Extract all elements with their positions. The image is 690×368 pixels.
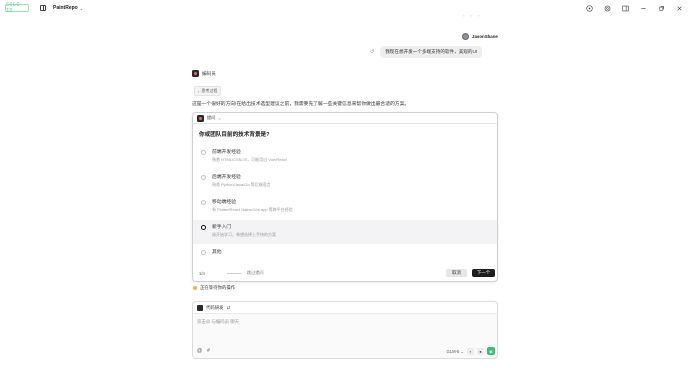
radio-button[interactable] <box>201 150 206 155</box>
repo-selector[interactable]: PaintRepo ⌄ <box>53 5 83 11</box>
sidebar-toggle-icon[interactable] <box>40 5 46 11</box>
copy-icon[interactable]: ▫ <box>463 13 464 18</box>
option-title: 移动端经验 <box>212 199 236 205</box>
question-card-header: 提问 × <box>193 113 497 124</box>
bot-avatar <box>192 70 199 77</box>
minimize-icon[interactable] <box>638 3 648 13</box>
close-icon[interactable] <box>674 3 684 13</box>
step-indicator: 1/4 <box>199 270 205 276</box>
thought-label: 思考过程 <box>201 88 218 93</box>
option-description: 熟悉 HTML/CSS/JS，可能用过 Vue/React <box>212 156 287 162</box>
skip-question-link[interactable]: 跳过提问 <box>247 270 264 276</box>
user-header: JasonShane <box>462 33 498 40</box>
user-message-bubble: 我现在想开发一个多端支持的软件，美观的UI <box>380 46 483 58</box>
agent-name[interactable]: 代码研发 <box>206 305 224 311</box>
option-item[interactable]: 移动端经验 有 Flutter/React Native/Uni-app 等跨平… <box>193 195 497 219</box>
close-icon[interactable]: × <box>218 116 220 121</box>
question-card-footer: 1/4 跳过提问 取消 下一个 <box>193 265 497 281</box>
app-logo: SOLO ID <box>5 2 29 14</box>
image-icon[interactable]: ▪ <box>467 347 474 355</box>
option-title: 新手入门 <box>212 224 232 230</box>
radio-button[interactable] <box>201 200 206 205</box>
undo-icon[interactable]: ↺ <box>370 49 374 55</box>
model-selector[interactable]: GLM-5 ⌄ <box>447 349 465 354</box>
bot-name: 编码员 <box>202 70 216 76</box>
composer-toolbar: @ # GLM-5 ⌄ ▪ ● ◉ <box>193 346 499 356</box>
warning-dot-icon <box>193 286 197 290</box>
option-title: 前端开发经验 <box>212 149 241 155</box>
previous-message-actions: ▫ ▫ ▫ <box>463 13 479 18</box>
chevron-right-icon: › <box>198 88 200 94</box>
bot-intro-text: 这是一个很好的方向!在给出技术选型建议之前，我需要先了解一些关键信息来帮你做出最… <box>192 102 410 107</box>
hashtag-icon[interactable]: # <box>207 348 210 354</box>
radio-button[interactable] <box>201 175 206 180</box>
bot-avatar <box>197 114 204 122</box>
maximize-icon[interactable] <box>656 3 666 13</box>
switch-agent-icon[interactable]: ⇄ <box>227 305 231 311</box>
option-description: 有 Flutter/React Native/Uni-app 等跨平台经验 <box>212 206 293 212</box>
chat-composer: 代码研发 ⇄ 双击@ 与编码员 聊天 @ # GLM-5 ⌄ ▪ ● ◉ <box>192 301 498 359</box>
avatar <box>462 33 469 40</box>
model-name: GLM-5 <box>446 348 460 354</box>
mention-icon[interactable]: @ <box>197 348 202 354</box>
option-item-selected[interactable]: 新手入门 刚开始学习，希望选择上手快的方案 <box>193 220 497 244</box>
thought-process-toggle[interactable]: › 思考过程 <box>194 86 222 96</box>
user-message: ↺ 我现在想开发一个多端支持的软件，美观的UI <box>370 46 483 58</box>
user-name: JasonShane <box>472 34 498 39</box>
app-logo-text: SOLO ID <box>6 2 21 14</box>
repo-name: PaintRepo <box>53 5 78 11</box>
agent-avatar <box>197 304 203 311</box>
waiting-text: 正在等待你的操作 <box>200 285 236 290</box>
step-progress <box>226 272 241 274</box>
question-title: 你或团队目前的技术背景是? <box>199 132 270 138</box>
bot-header: 编码员 <box>192 70 216 77</box>
chevron-down-icon: ⌄ <box>79 5 84 11</box>
microphone-icon[interactable]: ● <box>477 347 484 355</box>
option-title: 其他 <box>212 249 222 255</box>
waiting-status: 正在等待你的操作 <box>193 285 235 291</box>
window-controls <box>584 3 684 13</box>
question-tab-label: 提问 <box>207 115 216 120</box>
option-item[interactable]: 前端开发经验 熟悉 HTML/CSS/JS，可能用过 Vue/React <box>193 145 497 169</box>
next-button[interactable]: 下一个 <box>472 269 495 277</box>
like-icon[interactable]: ▫ <box>470 13 471 18</box>
option-description: 熟悉 Python/Java/Go 等后端语言 <box>212 181 271 187</box>
top-bar: SOLO ID PaintRepo ⌄ <box>0 0 690 16</box>
send-button[interactable]: ◉ <box>487 347 495 355</box>
question-card: 提问 × 你或团队目前的技术背景是? 前端开发经验 熟悉 HTML/CSS/JS… <box>192 112 498 282</box>
chat-input[interactable]: 双击@ 与编码员 聊天 <box>197 319 239 325</box>
option-item[interactable]: 后端开发经验 熟悉 Python/Java/Go 等后端语言 <box>193 170 497 194</box>
dislike-icon[interactable]: ▫ <box>478 13 479 18</box>
option-item[interactable]: 其他 <box>193 245 497 261</box>
radio-button-selected[interactable] <box>201 225 206 230</box>
composer-header: 代码研发 ⇄ <box>193 302 497 314</box>
option-title: 后端开发经验 <box>212 174 241 180</box>
option-description: 刚开始学习，希望选择上手快的方案 <box>212 231 276 237</box>
cancel-button[interactable]: 取消 <box>446 269 467 277</box>
help-icon[interactable] <box>584 3 594 13</box>
settings-icon[interactable] <box>602 3 612 13</box>
radio-button[interactable] <box>201 250 206 255</box>
window-layout-icon[interactable] <box>620 3 630 13</box>
